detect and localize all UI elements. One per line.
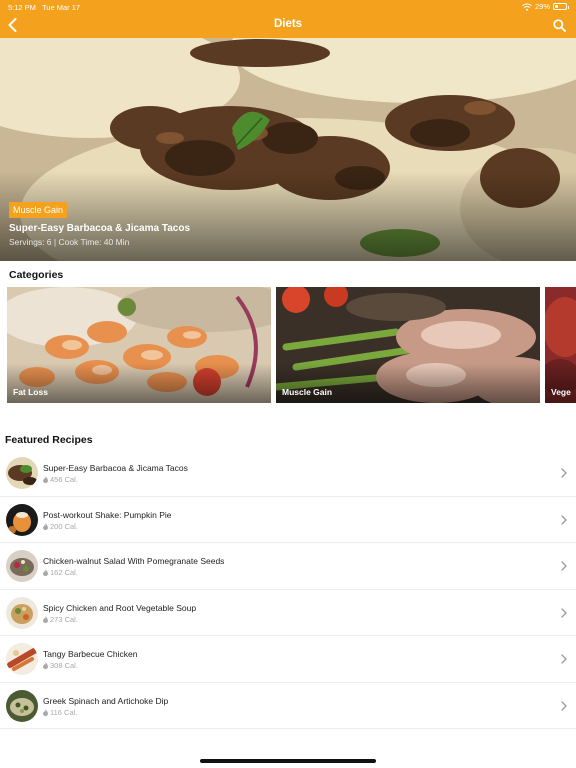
category-label: Vege xyxy=(551,387,571,397)
recipe-calories: 200 Cal. xyxy=(43,522,78,531)
flame-icon xyxy=(43,615,48,623)
category-gradient xyxy=(276,363,540,403)
battery-fill xyxy=(555,5,558,8)
category-gradient xyxy=(7,363,271,403)
category-card-muscle-gain[interactable]: Muscle Gain xyxy=(276,287,540,403)
categories-heading: Categories xyxy=(9,269,64,281)
recipe-name: Super-Easy Barbacoa & Jicama Tacos xyxy=(43,463,188,473)
recipe-row[interactable]: Post-workout Shake: Pumpkin Pie 200 Cal. xyxy=(0,497,576,543)
recipe-calories-value: 200 Cal. xyxy=(50,521,78,531)
recipe-calories: 456 Cal. xyxy=(43,475,78,484)
page-title: Diets xyxy=(273,18,303,30)
recipe-name: Spicy Chicken and Root Vegetable Soup xyxy=(43,602,197,613)
category-gradient xyxy=(545,363,576,403)
battery-icon xyxy=(553,3,569,10)
search-icon xyxy=(552,18,566,32)
status-time: 5:12 PM xyxy=(8,3,36,12)
recipe-row[interactable]: Greek Spinach and Artichoke Dip 116 Cal. xyxy=(0,683,576,729)
recipe-row[interactable]: Spicy Chicken and Root Vegetable Soup 27… xyxy=(0,590,576,636)
top-bar: 5:12 PM Tue Mar 17 29% Diets xyxy=(0,0,576,38)
recipe-calories: 116 Cal. xyxy=(43,708,77,717)
flame-icon xyxy=(43,522,48,530)
recipe-calories: 308 Cal. xyxy=(43,661,78,670)
category-label: Fat Loss xyxy=(13,387,48,397)
chevron-right-icon xyxy=(561,468,567,478)
hero-meta: Servings: 6 | Cook Time: 40 Min xyxy=(9,237,130,247)
chevron-right-icon xyxy=(561,514,567,525)
recipe-thumbnail xyxy=(6,503,38,536)
recipe-row[interactable]: Tangy Barbecue Chicken 308 Cal. xyxy=(0,636,576,683)
recipe-row[interactable]: Super-Easy Barbacoa & Jicama Tacos 456 C… xyxy=(0,450,576,497)
recipe-name: Chicken-walnut Salad With Pomegranate Se… xyxy=(43,556,225,566)
hero-category-badge: Muscle Gain xyxy=(9,202,68,218)
category-label: Muscle Gain xyxy=(282,387,333,397)
chevron-right-icon xyxy=(561,607,567,618)
chevron-right-icon xyxy=(561,561,567,571)
category-card-vege[interactable]: Vege xyxy=(545,287,576,403)
flame-icon xyxy=(43,662,48,669)
recipe-calories-value: 273 Cal. xyxy=(50,614,78,624)
recipe-name: Tangy Barbecue Chicken xyxy=(43,649,138,659)
status-right: 29% xyxy=(522,2,569,11)
categories-carousel[interactable]: Fat Loss Muscle Gain Vege xyxy=(0,287,576,403)
recipe-thumbnail xyxy=(6,596,38,629)
featured-recipe-hero[interactable]: Muscle Gain Super-Easy Barbacoa & Jicama… xyxy=(0,38,576,261)
recipe-thumbnail xyxy=(6,457,38,489)
recipe-row[interactable]: Chicken-walnut Salad With Pomegranate Se… xyxy=(0,543,576,590)
chevron-right-icon xyxy=(561,654,567,664)
hero-gradient xyxy=(0,171,576,261)
chevron-right-icon xyxy=(561,700,567,711)
recipe-name: Post-workout Shake: Pumpkin Pie xyxy=(43,509,172,520)
status-bar: 5:12 PM Tue Mar 17 29% xyxy=(0,0,576,14)
featured-recipes-heading: Featured Recipes xyxy=(5,434,93,446)
flame-icon xyxy=(43,569,48,576)
recipe-thumbnail xyxy=(6,689,38,722)
recipe-calories-value: 308 Cal. xyxy=(50,661,78,670)
category-card-fat-loss[interactable]: Fat Loss xyxy=(7,287,271,403)
recipe-thumbnail xyxy=(6,550,38,582)
flame-icon xyxy=(43,476,48,483)
search-button[interactable] xyxy=(550,16,568,34)
recipe-calories: 162 Cal. xyxy=(43,568,78,577)
hero-title: Super-Easy Barbacoa & Jicama Tacos xyxy=(9,223,191,234)
recipe-calories: 273 Cal. xyxy=(43,615,78,624)
battery-percent: 29% xyxy=(534,2,550,11)
recipe-name: Greek Spinach and Artichoke Dip xyxy=(43,695,169,706)
wifi-icon xyxy=(522,3,532,11)
flame-icon xyxy=(43,708,48,716)
recipe-calories-value: 116 Cal. xyxy=(50,707,78,717)
status-date: Tue Mar 17 xyxy=(42,3,81,12)
recipe-calories-value: 456 Cal. xyxy=(50,475,78,484)
recipe-thumbnail xyxy=(6,643,38,675)
home-indicator[interactable] xyxy=(200,759,376,763)
recipe-calories-value: 162 Cal. xyxy=(50,568,78,577)
